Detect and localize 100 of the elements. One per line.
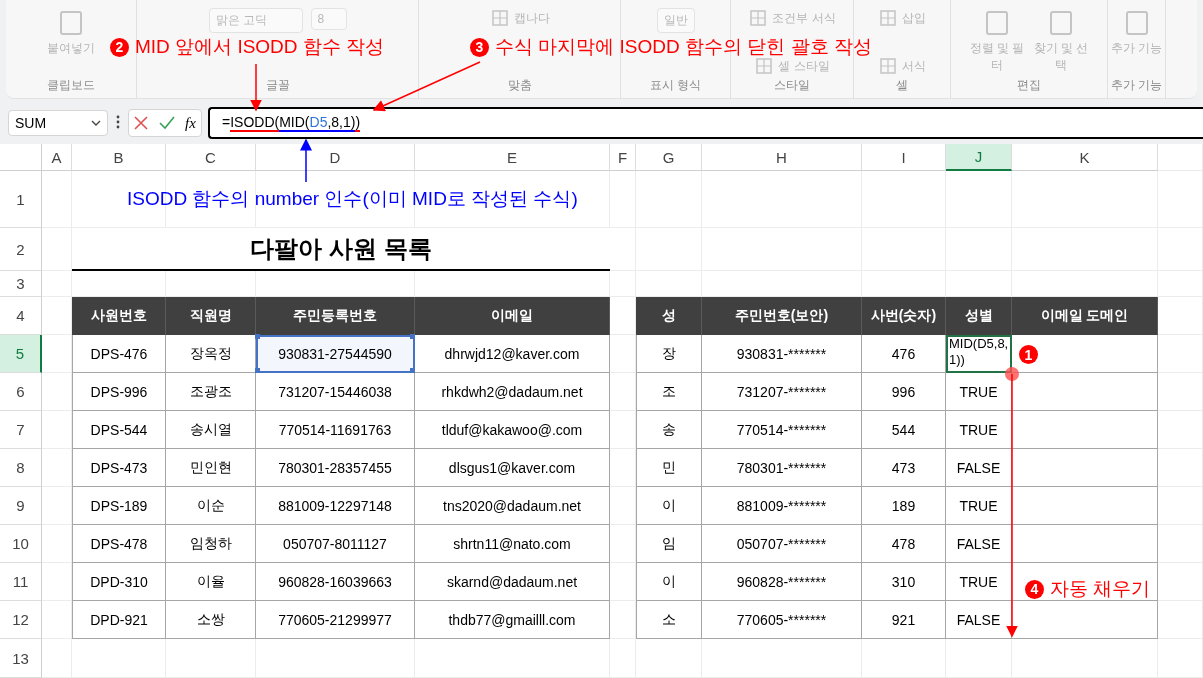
sheet-cell[interactable] — [636, 639, 702, 678]
column-header[interactable]: F — [610, 144, 636, 171]
column-header[interactable]: E — [415, 144, 610, 171]
sheet-cell[interactable] — [415, 171, 610, 228]
sheet-cell[interactable] — [42, 271, 72, 297]
sheet-cell[interactable] — [42, 411, 72, 449]
sheet-cell[interactable] — [1158, 563, 1203, 601]
sheet-cell[interactable] — [610, 373, 636, 411]
sheet-cell[interactable] — [415, 639, 610, 678]
column-header[interactable]: J — [946, 144, 1012, 171]
sheet-cell[interactable] — [610, 525, 636, 563]
sheet-cell[interactable] — [1158, 525, 1203, 563]
row-header[interactable]: 12 — [0, 601, 42, 639]
sheet-cell[interactable] — [1158, 449, 1203, 487]
sheet-cell[interactable] — [1158, 297, 1203, 335]
column-header[interactable]: D — [256, 144, 415, 171]
sheet-cell[interactable] — [1158, 373, 1203, 411]
name-box[interactable]: SUM — [8, 110, 108, 136]
group-label: 표시 형식 — [648, 77, 703, 94]
sheet-cell[interactable] — [610, 228, 636, 271]
row-header[interactable]: 1 — [0, 171, 42, 228]
table-cell: rhkdwh2@dadaum.net — [415, 373, 610, 411]
table-cell: 478 — [862, 525, 946, 563]
row-header[interactable]: 10 — [0, 525, 42, 563]
sheet-cell[interactable] — [42, 487, 72, 525]
sheet-cell[interactable] — [702, 639, 862, 678]
sheet-cell[interactable] — [42, 601, 72, 639]
sheet-cell[interactable] — [42, 449, 72, 487]
table-cell: thdb77@gmailll.com — [415, 601, 610, 639]
table-cell: 189 — [862, 487, 946, 525]
row-header[interactable]: 5 — [0, 335, 42, 373]
sheet-cell[interactable] — [1158, 487, 1203, 525]
column-header[interactable]: H — [702, 144, 862, 171]
sheet-cell[interactable] — [862, 639, 946, 678]
sheet-cell[interactable] — [42, 228, 72, 271]
sheet-cell[interactable] — [42, 335, 72, 373]
sheet-cell[interactable] — [610, 171, 636, 228]
column-header[interactable]: C — [166, 144, 256, 171]
sheet-cell[interactable] — [1158, 335, 1203, 373]
sheet-cell[interactable] — [42, 171, 72, 228]
row-header[interactable]: 8 — [0, 449, 42, 487]
sheet-cell[interactable] — [42, 563, 72, 601]
sheet-cell[interactable] — [72, 639, 166, 678]
sheet-cell[interactable] — [946, 171, 1012, 228]
insert-function-button[interactable]: fx — [184, 114, 196, 132]
table-cell: 310 — [862, 563, 946, 601]
column-header[interactable]: I — [862, 144, 946, 171]
column-header[interactable]: K — [1012, 144, 1158, 171]
sheet-cell[interactable] — [636, 171, 702, 228]
formula-field[interactable]: =ISODD(MID(D5,8,1)) — [208, 107, 1203, 139]
sheet-cell[interactable] — [610, 487, 636, 525]
sheet-cell[interactable] — [256, 639, 415, 678]
sheet-cell[interactable] — [610, 639, 636, 678]
sheet-cell[interactable] — [1158, 271, 1203, 297]
sheet-cell[interactable] — [610, 449, 636, 487]
table-cell: dlsgus1@kaver.com — [415, 449, 610, 487]
group-label: 편집 — [1016, 77, 1042, 94]
group-label: 셀 — [895, 77, 909, 94]
sheet-cell[interactable] — [42, 373, 72, 411]
row-header[interactable]: 9 — [0, 487, 42, 525]
sheet-cell[interactable] — [1012, 639, 1158, 678]
chevron-down-icon — [91, 120, 101, 126]
sheet-cell[interactable] — [946, 639, 1012, 678]
sheet-cell[interactable] — [42, 639, 72, 678]
row-header[interactable]: 11 — [0, 563, 42, 601]
row-header[interactable]: 4 — [0, 297, 42, 335]
sheet-cell[interactable] — [42, 525, 72, 563]
table-cell: 조광조 — [166, 373, 256, 411]
check-icon[interactable] — [158, 116, 175, 130]
sheet-cell[interactable] — [702, 171, 862, 228]
sheet-cell[interactable] — [610, 271, 636, 297]
row-header[interactable]: 2 — [0, 228, 42, 271]
sheet-cell[interactable] — [610, 563, 636, 601]
annotation-text: 수식 마지막에 ISODD 함수의 닫힌 괄호 작성 — [495, 35, 872, 59]
row-header[interactable]: 7 — [0, 411, 42, 449]
sheet-cell[interactable] — [610, 411, 636, 449]
sheet-cell[interactable] — [610, 601, 636, 639]
sheet-cell[interactable] — [610, 335, 636, 373]
table-cell: DPS-478 — [72, 525, 166, 563]
column-header[interactable]: B — [72, 144, 166, 171]
sheet-cell[interactable] — [256, 171, 415, 228]
row-header[interactable]: 6 — [0, 373, 42, 411]
column-header[interactable]: A — [42, 144, 72, 171]
table-cell: 임 — [636, 525, 702, 563]
table-header: 성 — [636, 297, 702, 335]
table-cell: 780301-28357455 — [256, 449, 415, 487]
table-cell: 544 — [862, 411, 946, 449]
table-cell: skarnd@dadaum.net — [415, 563, 610, 601]
row-header[interactable]: 3 — [0, 271, 42, 297]
sheet-cell[interactable] — [1012, 171, 1158, 228]
close-icon[interactable] — [134, 116, 149, 130]
column-header[interactable]: G — [636, 144, 702, 171]
sheet-cell[interactable] — [862, 171, 946, 228]
column-header[interactable] — [1158, 144, 1203, 171]
sheet-cell[interactable] — [1158, 411, 1203, 449]
sheet-cell[interactable] — [1158, 171, 1203, 228]
sheet-cell[interactable] — [1158, 639, 1203, 678]
row-header[interactable]: 13 — [0, 639, 42, 678]
sheet-cell[interactable] — [1158, 601, 1203, 639]
sheet-cell[interactable] — [166, 639, 256, 678]
